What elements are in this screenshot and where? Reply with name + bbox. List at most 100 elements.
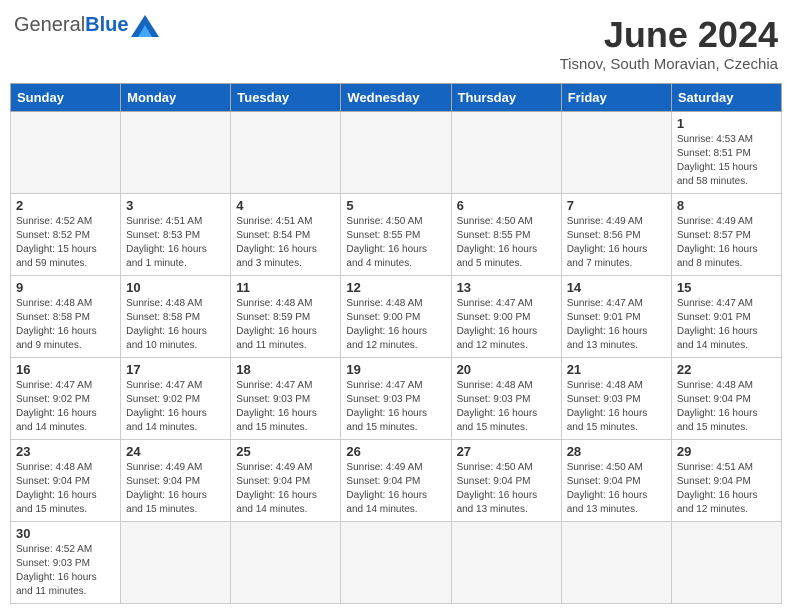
- calendar-day-cell: 22 Sunrise: 4:48 AM Sunset: 9:04 PM Dayli…: [671, 358, 781, 440]
- day-info: Sunrise: 4:47 AM Sunset: 9:02 PM Dayligh…: [126, 379, 225, 435]
- calendar-day-cell: [561, 112, 671, 194]
- day-number: 6: [457, 198, 556, 213]
- logo-blue: Blue: [85, 14, 128, 37]
- day-number: 1: [677, 116, 776, 131]
- day-info: Sunrise: 4:48 AM Sunset: 9:03 PM Dayligh…: [567, 379, 666, 435]
- logo-icon: [131, 15, 159, 37]
- calendar-day-cell: 6 Sunrise: 4:50 AM Sunset: 8:55 PM Daylig…: [451, 194, 561, 276]
- location-subtitle: Tisnov, South Moravian, Czechia: [560, 56, 778, 73]
- day-info: Sunrise: 4:47 AM Sunset: 9:00 PM Dayligh…: [457, 297, 556, 353]
- day-info: Sunrise: 4:48 AM Sunset: 9:04 PM Dayligh…: [16, 461, 115, 517]
- calendar-day-cell: 17 Sunrise: 4:47 AM Sunset: 9:02 PM Dayli…: [121, 358, 231, 440]
- calendar-week-row: 16Sunrise: 4:47 AM Sunset: 9:02 PM Dayli…: [11, 358, 782, 440]
- day-info: Sunrise: 4:51 AM Sunset: 8:53 PM Dayligh…: [126, 215, 225, 271]
- day-info: Sunrise: 4:47 AM Sunset: 9:03 PM Dayligh…: [236, 379, 335, 435]
- day-number: 23: [16, 444, 115, 459]
- day-number: 7: [567, 198, 666, 213]
- day-number: 27: [457, 444, 556, 459]
- day-info: Sunrise: 4:48 AM Sunset: 9:03 PM Dayligh…: [457, 379, 556, 435]
- title-area: June 2024 Tisnov, South Moravian, Czechi…: [560, 14, 778, 73]
- day-info: Sunrise: 4:52 AM Sunset: 9:03 PM Dayligh…: [16, 543, 115, 599]
- calendar-day-cell: 28 Sunrise: 4:50 AM Sunset: 9:04 PM Dayli…: [561, 440, 671, 522]
- day-number: 24: [126, 444, 225, 459]
- day-number: 28: [567, 444, 666, 459]
- calendar-day-cell: 3Sunrise: 4:51 AM Sunset: 8:53 PM Daylig…: [121, 194, 231, 276]
- day-info: Sunrise: 4:51 AM Sunset: 9:04 PM Dayligh…: [677, 461, 776, 517]
- calendar-day-cell: [121, 112, 231, 194]
- calendar-day-cell: 13 Sunrise: 4:47 AM Sunset: 9:00 PM Dayli…: [451, 276, 561, 358]
- day-info: Sunrise: 4:48 AM Sunset: 8:58 PM Dayligh…: [126, 297, 225, 353]
- day-number: 10: [126, 280, 225, 295]
- day-info: Sunrise: 4:49 AM Sunset: 9:04 PM Dayligh…: [236, 461, 335, 517]
- calendar-day-cell: 21Sunrise: 4:48 AM Sunset: 9:03 PM Dayli…: [561, 358, 671, 440]
- calendar-day-cell: 23 Sunrise: 4:48 AM Sunset: 9:04 PM Dayli…: [11, 440, 121, 522]
- day-info: Sunrise: 4:53 AM Sunset: 8:51 PM Dayligh…: [677, 133, 776, 189]
- day-info: Sunrise: 4:50 AM Sunset: 8:55 PM Dayligh…: [346, 215, 445, 271]
- day-info: Sunrise: 4:48 AM Sunset: 8:58 PM Dayligh…: [16, 297, 115, 353]
- calendar-week-row: 1 Sunrise: 4:53 AM Sunset: 8:51 PM Daylig…: [11, 112, 782, 194]
- calendar-week-row: 2 Sunrise: 4:52 AM Sunset: 8:52 PM Daylig…: [11, 194, 782, 276]
- day-number: 20: [457, 362, 556, 377]
- calendar-day-cell: [11, 112, 121, 194]
- day-of-week-header: Friday: [561, 84, 671, 112]
- day-info: Sunrise: 4:48 AM Sunset: 8:59 PM Dayligh…: [236, 297, 335, 353]
- day-number: 4: [236, 198, 335, 213]
- day-info: Sunrise: 4:47 AM Sunset: 9:02 PM Dayligh…: [16, 379, 115, 435]
- calendar-day-cell: 2 Sunrise: 4:52 AM Sunset: 8:52 PM Daylig…: [11, 194, 121, 276]
- calendar-day-cell: 7 Sunrise: 4:49 AM Sunset: 8:56 PM Daylig…: [561, 194, 671, 276]
- day-number: 25: [236, 444, 335, 459]
- logo: General Blue: [14, 14, 159, 37]
- day-of-week-header: Sunday: [11, 84, 121, 112]
- day-info: Sunrise: 4:49 AM Sunset: 9:04 PM Dayligh…: [346, 461, 445, 517]
- calendar-day-cell: 26 Sunrise: 4:49 AM Sunset: 9:04 PM Dayli…: [341, 440, 451, 522]
- calendar-day-cell: 27 Sunrise: 4:50 AM Sunset: 9:04 PM Dayli…: [451, 440, 561, 522]
- day-number: 12: [346, 280, 445, 295]
- calendar-day-cell: 10 Sunrise: 4:48 AM Sunset: 8:58 PM Dayli…: [121, 276, 231, 358]
- day-of-week-header: Tuesday: [231, 84, 341, 112]
- calendar-day-cell: 25 Sunrise: 4:49 AM Sunset: 9:04 PM Dayli…: [231, 440, 341, 522]
- logo-general: General: [14, 14, 85, 37]
- calendar-day-cell: 14Sunrise: 4:47 AM Sunset: 9:01 PM Dayli…: [561, 276, 671, 358]
- day-info: Sunrise: 4:50 AM Sunset: 9:04 PM Dayligh…: [567, 461, 666, 517]
- day-info: Sunrise: 4:47 AM Sunset: 9:01 PM Dayligh…: [567, 297, 666, 353]
- day-info: Sunrise: 4:50 AM Sunset: 8:55 PM Dayligh…: [457, 215, 556, 271]
- calendar-day-cell: 12 Sunrise: 4:48 AM Sunset: 9:00 PM Dayli…: [341, 276, 451, 358]
- day-number: 2: [16, 198, 115, 213]
- day-info: Sunrise: 4:47 AM Sunset: 9:01 PM Dayligh…: [677, 297, 776, 353]
- calendar-day-cell: 5Sunrise: 4:50 AM Sunset: 8:55 PM Daylig…: [341, 194, 451, 276]
- day-info: Sunrise: 4:47 AM Sunset: 9:03 PM Dayligh…: [346, 379, 445, 435]
- day-of-week-header: Wednesday: [341, 84, 451, 112]
- day-of-week-header: Saturday: [671, 84, 781, 112]
- day-number: 13: [457, 280, 556, 295]
- day-info: Sunrise: 4:48 AM Sunset: 9:00 PM Dayligh…: [346, 297, 445, 353]
- day-number: 15: [677, 280, 776, 295]
- day-of-week-header: Thursday: [451, 84, 561, 112]
- day-number: 8: [677, 198, 776, 213]
- day-info: Sunrise: 4:52 AM Sunset: 8:52 PM Dayligh…: [16, 215, 115, 271]
- day-number: 26: [346, 444, 445, 459]
- day-number: 22: [677, 362, 776, 377]
- calendar-day-cell: [561, 522, 671, 604]
- calendar-day-cell: 1 Sunrise: 4:53 AM Sunset: 8:51 PM Daylig…: [671, 112, 781, 194]
- month-title: June 2024: [560, 14, 778, 56]
- calendar-week-row: 30Sunrise: 4:52 AM Sunset: 9:03 PM Dayli…: [11, 522, 782, 604]
- calendar-week-row: 23 Sunrise: 4:48 AM Sunset: 9:04 PM Dayli…: [11, 440, 782, 522]
- calendar-day-cell: [231, 522, 341, 604]
- calendar-day-cell: [121, 522, 231, 604]
- day-number: 9: [16, 280, 115, 295]
- calendar-day-cell: [451, 112, 561, 194]
- day-info: Sunrise: 4:49 AM Sunset: 8:56 PM Dayligh…: [567, 215, 666, 271]
- calendar-day-cell: [341, 522, 451, 604]
- calendar-week-row: 9 Sunrise: 4:48 AM Sunset: 8:58 PM Daylig…: [11, 276, 782, 358]
- calendar-day-cell: 18 Sunrise: 4:47 AM Sunset: 9:03 PM Dayli…: [231, 358, 341, 440]
- day-info: Sunrise: 4:50 AM Sunset: 9:04 PM Dayligh…: [457, 461, 556, 517]
- calendar-day-cell: 9 Sunrise: 4:48 AM Sunset: 8:58 PM Daylig…: [11, 276, 121, 358]
- day-number: 19: [346, 362, 445, 377]
- day-number: 17: [126, 362, 225, 377]
- day-info: Sunrise: 4:48 AM Sunset: 9:04 PM Dayligh…: [677, 379, 776, 435]
- calendar-day-cell: [341, 112, 451, 194]
- day-info: Sunrise: 4:49 AM Sunset: 9:04 PM Dayligh…: [126, 461, 225, 517]
- calendar-day-cell: 16Sunrise: 4:47 AM Sunset: 9:02 PM Dayli…: [11, 358, 121, 440]
- day-number: 18: [236, 362, 335, 377]
- calendar-day-cell: 11Sunrise: 4:48 AM Sunset: 8:59 PM Dayli…: [231, 276, 341, 358]
